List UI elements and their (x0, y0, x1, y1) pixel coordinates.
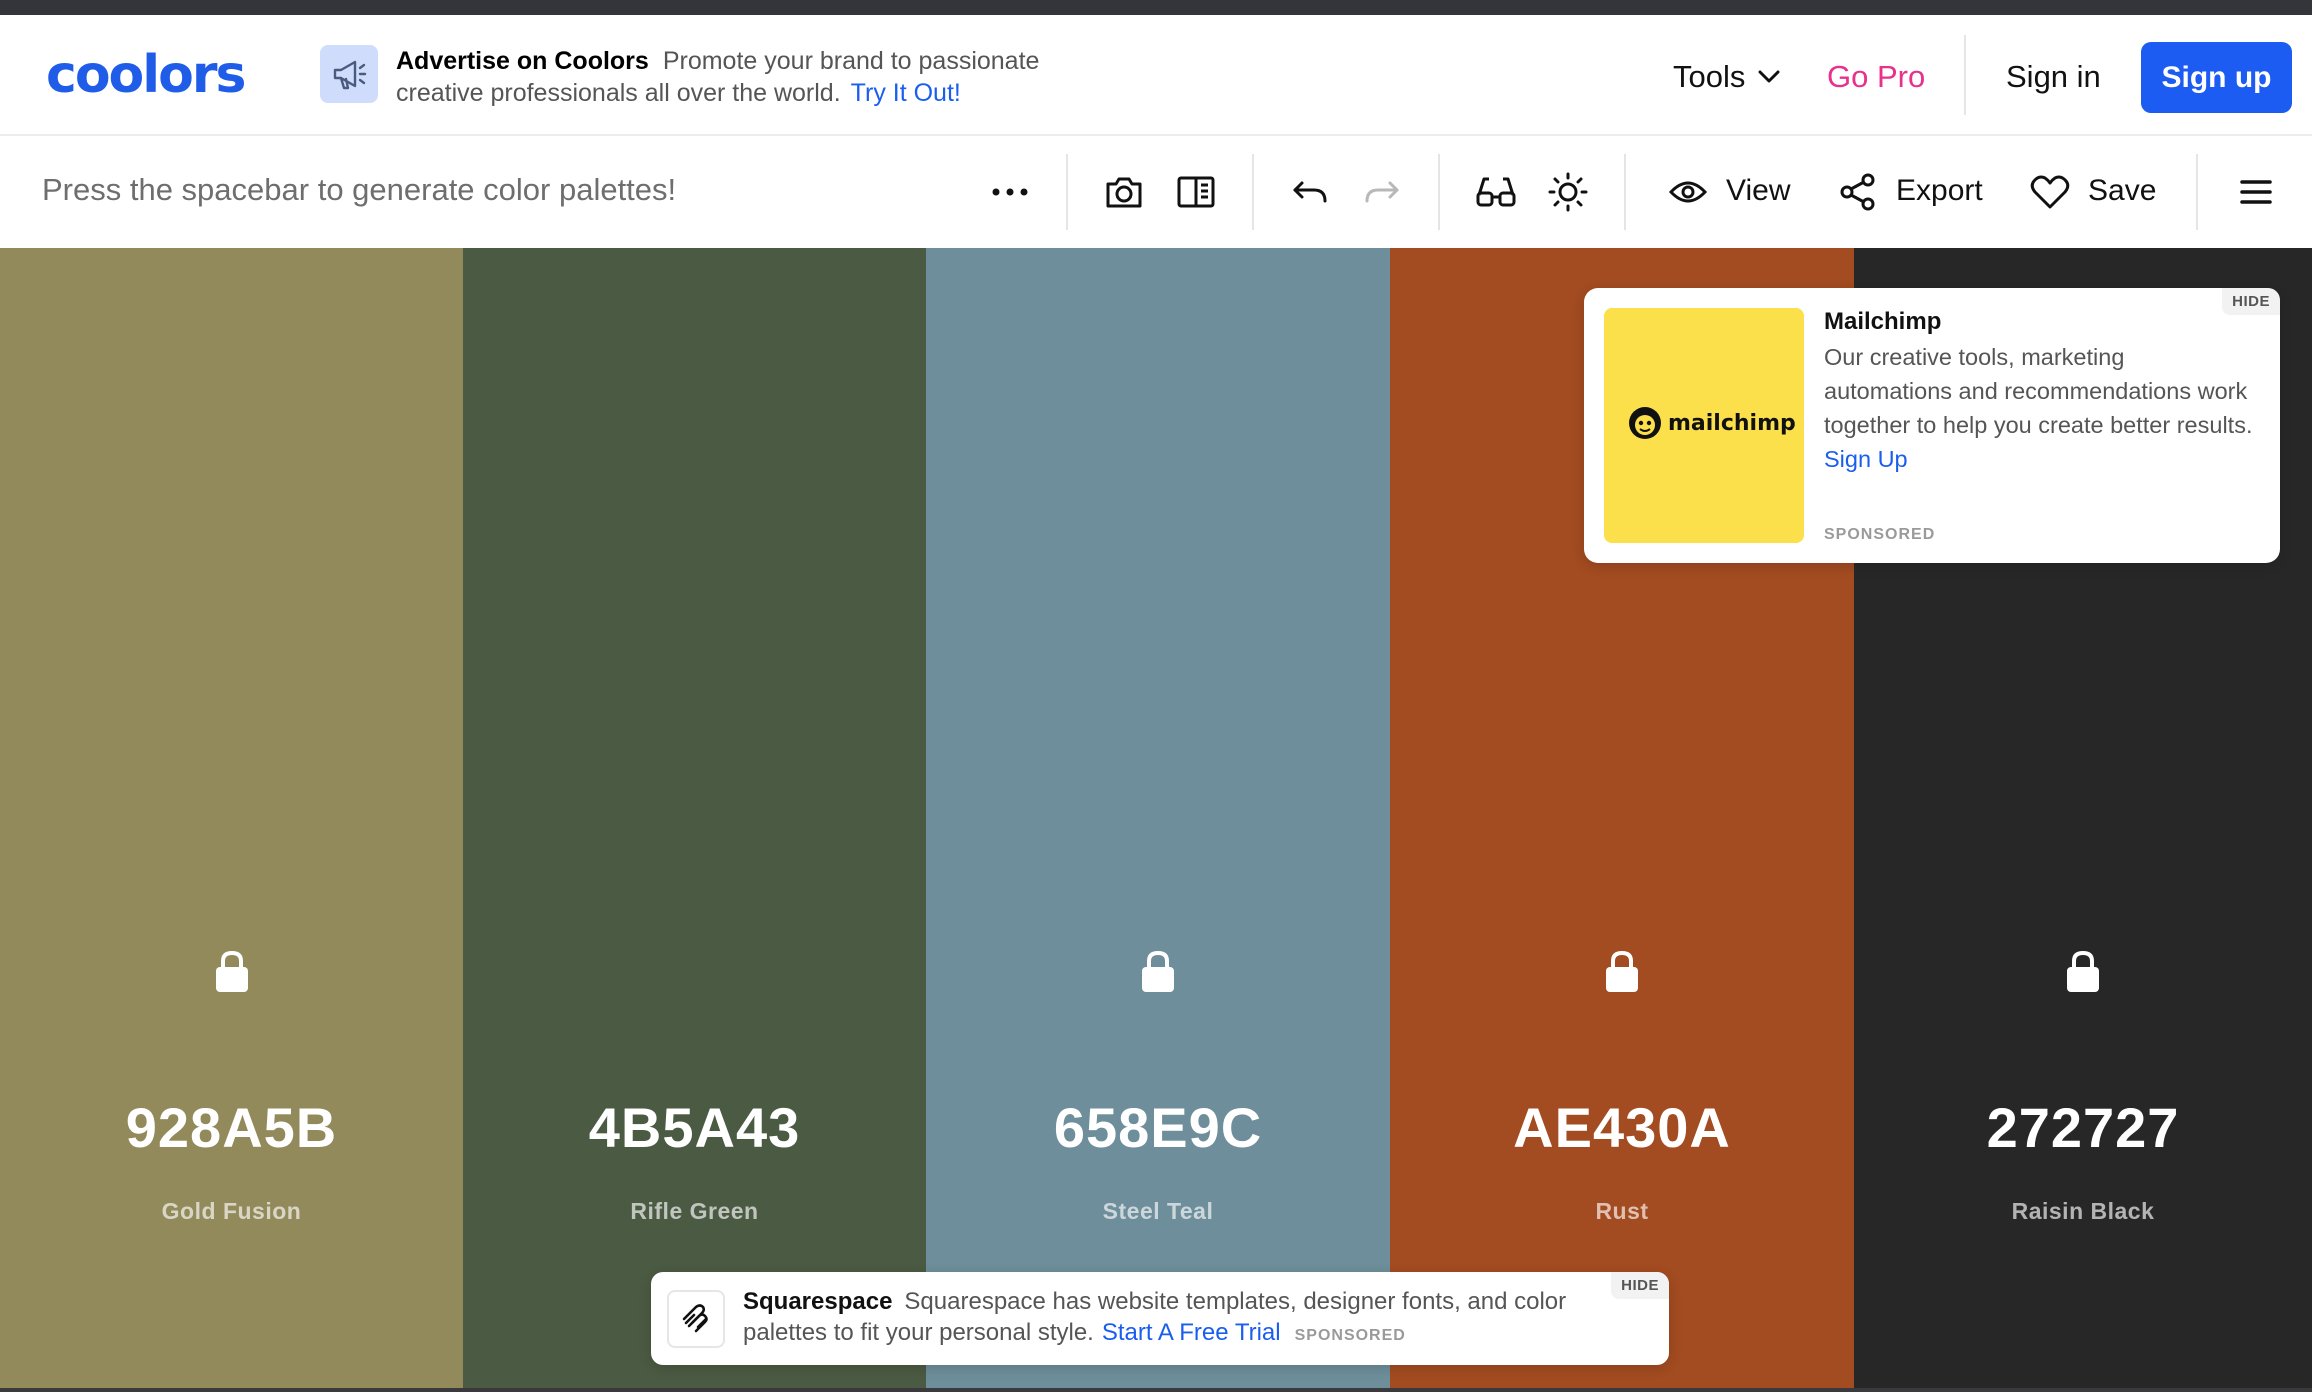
sign-in-link[interactable]: Sign in (2006, 59, 2101, 95)
color-hex[interactable]: 928A5B (0, 1095, 463, 1160)
undo-icon[interactable] (1288, 170, 1332, 214)
camera-icon[interactable] (1102, 170, 1146, 214)
mailchimp-ad-title[interactable]: Mailchimp (1824, 308, 1941, 336)
toolbar-divider (1066, 154, 1068, 230)
mailchimp-ad-card: mailchimp Mailchimp Our creative tools, … (1584, 288, 2280, 563)
mailchimp-ad-image[interactable]: mailchimp (1604, 308, 1804, 543)
top-header: coolors Advertise on Coolors Promote your… (0, 15, 2312, 136)
share-icon[interactable] (1836, 170, 1880, 214)
lock-icon[interactable] (1602, 948, 1642, 999)
advertise-banner: Advertise on Coolors Promote your brand t… (396, 45, 1096, 109)
hide-ad-button[interactable]: HIDE (1611, 1272, 1669, 1299)
hamburger-menu-icon[interactable] (2234, 170, 2278, 214)
squarespace-ad-title[interactable]: Squarespace (743, 1288, 892, 1315)
squarespace-logo-icon[interactable] (667, 1290, 725, 1348)
mailchimp-ad-body: Our creative tools, marketing automation… (1824, 340, 2254, 476)
megaphone-icon (320, 45, 378, 103)
sign-up-button[interactable]: Sign up (2141, 42, 2292, 113)
header-divider (1964, 35, 1966, 115)
mailchimp-logo: mailchimp (1626, 403, 1796, 443)
mailchimp-sign-up-link[interactable]: Sign Up (1824, 446, 1908, 472)
generate-hint: Press the spacebar to generate color pal… (42, 172, 677, 207)
toolbar-divider (1438, 154, 1440, 230)
mailchimp-ad-text: Our creative tools, marketing automation… (1824, 344, 2253, 438)
color-name: Steel Teal (1102, 1198, 1214, 1224)
color-column[interactable]: 928A5B Gold Fusion (0, 248, 463, 1388)
lock-icon[interactable] (1138, 948, 1178, 999)
eye-icon[interactable] (1666, 170, 1710, 214)
toolbar-divider (2196, 154, 2198, 230)
color-name: Rifle Green (630, 1198, 759, 1224)
glasses-icon[interactable] (1474, 170, 1518, 214)
more-options-icon[interactable] (988, 170, 1032, 214)
tools-menu[interactable]: Tools (1673, 59, 1781, 95)
chevron-down-icon (1758, 70, 1780, 83)
brightness-icon[interactable] (1546, 170, 1590, 214)
color-column[interactable]: 4B5A43 Rifle Green (463, 248, 926, 1388)
advertise-title: Advertise on Coolors (396, 47, 649, 75)
toolbar-divider (1252, 154, 1254, 230)
color-name: Rust (1595, 1198, 1649, 1224)
palette-toolbar: Press the spacebar to generate color pal… (0, 136, 2312, 248)
mailchimp-logo-text: mailchimp (1668, 410, 1796, 436)
color-name: Gold Fusion (161, 1198, 302, 1224)
lock-icon[interactable] (2063, 948, 2103, 999)
redo-icon[interactable] (1360, 170, 1404, 214)
color-column[interactable]: 658E9C Steel Teal (926, 248, 1390, 1388)
color-hex[interactable]: 4B5A43 (463, 1095, 926, 1160)
try-it-out-link[interactable]: Try It Out! (851, 79, 961, 107)
squarespace-ad-text: Squarespace Squarespace has website templ… (743, 1286, 1583, 1351)
export-button[interactable]: Export (1896, 174, 1983, 208)
tools-label: Tools (1673, 59, 1746, 94)
color-hex[interactable]: 658E9C (926, 1095, 1390, 1160)
browser-top-strip (0, 0, 2312, 15)
lock-icon[interactable] (212, 948, 252, 999)
color-hex[interactable]: AE430A (1390, 1095, 1854, 1160)
start-free-trial-link[interactable]: Start A Free Trial (1102, 1319, 1281, 1346)
hide-ad-button[interactable]: HIDE (2222, 288, 2280, 315)
split-view-icon[interactable] (1174, 170, 1218, 214)
go-pro-link[interactable]: Go Pro (1827, 59, 1925, 95)
heart-icon[interactable] (2028, 170, 2072, 214)
color-name: Raisin Black (2011, 1198, 2155, 1224)
view-button[interactable]: View (1726, 174, 1790, 208)
sponsored-label: SPONSORED (1824, 526, 1936, 543)
sponsored-label: SPONSORED (1294, 1327, 1406, 1344)
save-button[interactable]: Save (2088, 174, 2156, 208)
coolors-logo[interactable]: coolors (46, 49, 246, 101)
squarespace-ad-card: Squarespace Squarespace has website templ… (651, 1272, 1669, 1365)
toolbar-divider (1624, 154, 1626, 230)
color-hex[interactable]: 272727 (1854, 1095, 2312, 1160)
bottom-strip (0, 1388, 2312, 1392)
